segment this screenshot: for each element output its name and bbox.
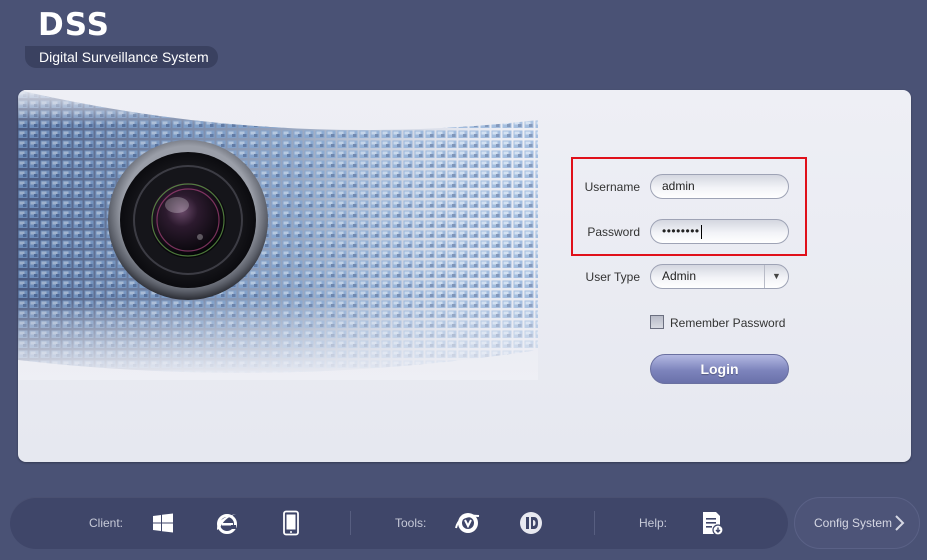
video-wall-illustration [18,90,538,380]
toolbar-divider [350,511,351,535]
app-title: DSS [38,7,110,43]
ie-icon[interactable] [214,510,240,536]
player-icon[interactable] [518,510,544,536]
windows-icon[interactable] [150,510,176,536]
help-label: Help: [639,516,668,530]
config-system-label: Config System [814,516,893,530]
camera-lens-icon [108,140,268,300]
remember-password-checkbox[interactable] [650,315,664,329]
user-type-value: Admin [662,269,697,283]
bottom-toolbar: Client: Tools: Help: [10,497,788,549]
config-system-button[interactable]: Config System [794,497,920,549]
login-panel: Username admin Password •••••••• User Ty… [18,90,911,462]
text-caret [700,224,702,239]
document-icon[interactable] [699,510,725,536]
ie-plugin-icon[interactable] [455,510,481,536]
login-button[interactable]: Login [650,354,789,384]
tools-label: Tools: [395,516,427,530]
username-label: Username [584,180,640,194]
mobile-icon[interactable] [278,510,304,536]
password-masked-value: •••••••• [662,224,700,238]
remember-password-label[interactable]: Remember Password [670,316,785,330]
chevron-right-icon [895,515,905,531]
password-field[interactable]: •••••••• [650,219,789,244]
username-field[interactable]: admin [650,174,789,199]
user-type-label: User Type [585,270,640,284]
toolbar-divider [594,511,595,535]
password-label: Password [587,225,640,239]
client-label: Client: [89,516,124,530]
app-subtitle: Digital Surveillance System [25,46,218,68]
dropdown-arrow-icon[interactable]: ▼ [764,265,788,288]
user-type-select[interactable]: Admin ▼ [650,264,789,289]
